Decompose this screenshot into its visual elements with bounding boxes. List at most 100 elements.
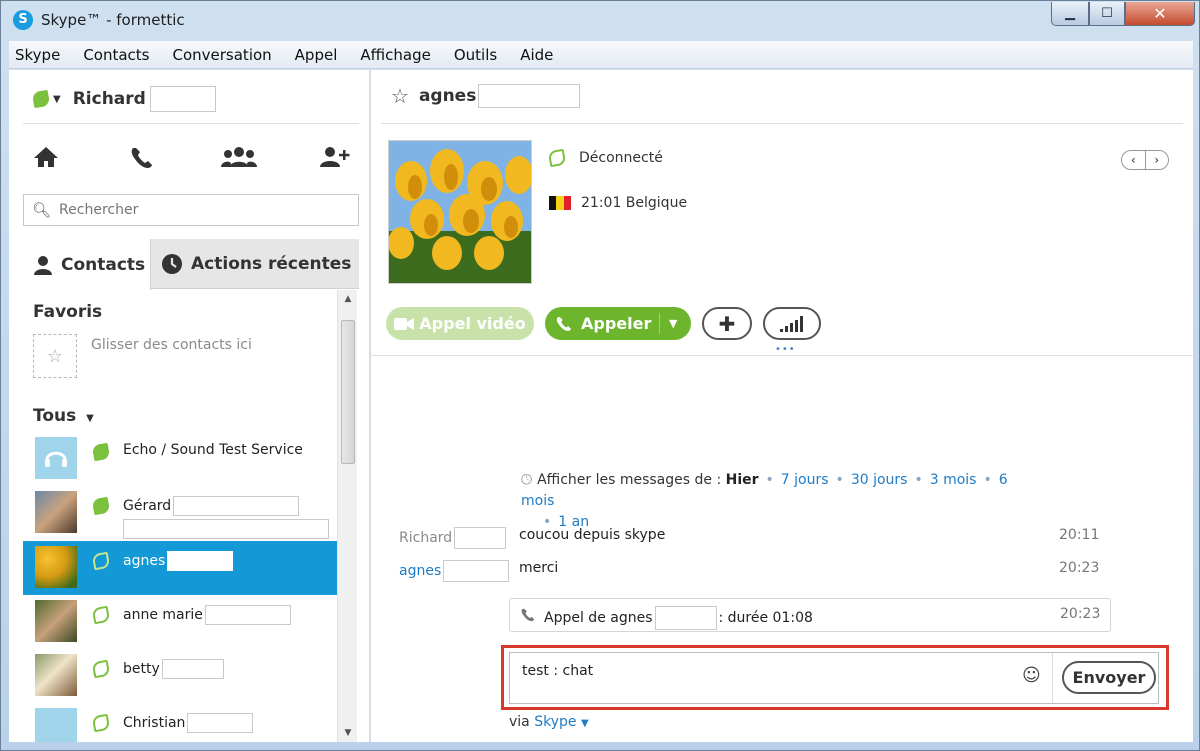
redacted-field bbox=[478, 84, 581, 108]
maximize-button[interactable]: ☐ bbox=[1089, 2, 1125, 26]
video-camera-icon bbox=[394, 317, 415, 330]
history-link-30-days[interactable]: 30 jours bbox=[851, 472, 908, 488]
contact-row[interactable]: anne marie bbox=[23, 595, 337, 649]
message-time: 20:11 bbox=[1059, 527, 1100, 543]
headset-icon bbox=[45, 451, 67, 467]
message-input[interactable] bbox=[522, 663, 1002, 679]
tab-contacts[interactable]: Contacts bbox=[23, 239, 151, 290]
tab-recent[interactable]: Actions récentes bbox=[151, 239, 359, 289]
all-contacts-filter[interactable]: Tous ▼ bbox=[33, 406, 94, 426]
contact-list: Favoris ☆ Glisser des contacts ici Tous … bbox=[23, 290, 337, 742]
contact-list-scrollbar[interactable]: ▲ ▼ bbox=[337, 290, 357, 742]
send-button[interactable]: Envoyer bbox=[1062, 661, 1156, 694]
conversation-title: agnes bbox=[418, 86, 477, 106]
chevron-down-icon[interactable]: ▼ bbox=[669, 317, 677, 330]
scroll-down-icon[interactable]: ▼ bbox=[338, 724, 358, 742]
status-online-icon[interactable] bbox=[31, 89, 51, 109]
chat-message: Richard coucou depuis skype 20:11 bbox=[371, 526, 1193, 550]
redacted-field bbox=[204, 605, 291, 625]
left-pane: ▼ Richard 🔍︎ Contacts Actions récentes bbox=[9, 70, 369, 742]
avatar bbox=[35, 491, 77, 533]
call-time: 20:23 bbox=[1060, 606, 1101, 622]
contact-name: Gérard bbox=[123, 496, 300, 516]
more-dots-icon[interactable]: ••• bbox=[775, 344, 796, 355]
search-box[interactable]: 🔍︎ bbox=[23, 194, 359, 226]
favorites-drop-zone[interactable]: ☆ bbox=[33, 334, 77, 378]
call-quality-button[interactable] bbox=[763, 307, 821, 340]
search-input[interactable] bbox=[59, 202, 340, 218]
menu-outils[interactable]: Outils bbox=[452, 46, 499, 64]
menu-affichage[interactable]: Affichage bbox=[358, 46, 432, 64]
add-button[interactable]: ✚ bbox=[702, 307, 752, 340]
redacted-mood-field bbox=[123, 519, 329, 539]
home-icon[interactable] bbox=[33, 146, 59, 168]
profile-header[interactable]: ▼ Richard bbox=[31, 86, 216, 112]
tab-contacts-label: Contacts bbox=[61, 254, 146, 275]
contact-photo bbox=[388, 140, 532, 284]
chevron-right-icon[interactable]: › bbox=[1146, 151, 1169, 169]
group-icon[interactable] bbox=[221, 146, 257, 168]
menu-bar: Skype Contacts Conversation Appel Affich… bbox=[9, 41, 1193, 69]
star-icon[interactable]: ☆ bbox=[391, 84, 409, 108]
divider bbox=[381, 123, 1183, 124]
sender-name[interactable]: agnes bbox=[399, 563, 441, 579]
redacted-field bbox=[161, 659, 224, 679]
contact-name: Christian bbox=[123, 713, 254, 733]
conversation-header: ☆ agnes bbox=[391, 84, 581, 108]
redacted-field bbox=[654, 606, 717, 630]
add-contact-icon[interactable] bbox=[319, 146, 351, 168]
history-link-7-days[interactable]: 7 jours bbox=[781, 472, 829, 488]
history-filter: 🕓︎ Afficher les messages de : Hier • 7 jour… bbox=[521, 472, 1008, 530]
call-button[interactable]: Appeler ▼ bbox=[545, 307, 691, 340]
plus-icon: ✚ bbox=[718, 311, 736, 336]
via-skype-link[interactable]: Skype bbox=[534, 714, 576, 730]
message-time: 20:23 bbox=[1059, 560, 1100, 576]
favorites-hint: Glisser des contacts ici bbox=[91, 337, 252, 353]
call-duration: : durée 01:08 bbox=[718, 610, 813, 626]
contact-name: betty bbox=[123, 659, 224, 679]
favorites-title: Favoris bbox=[33, 302, 103, 322]
chevron-down-icon[interactable]: ▼ bbox=[86, 413, 94, 424]
status-offline-icon bbox=[547, 148, 567, 168]
window-title: Skype™ - formettic bbox=[41, 11, 185, 29]
menu-skype[interactable]: Skype bbox=[13, 46, 62, 64]
title-bar: S Skype™ - formettic ▁ ☐ ✕ bbox=[1, 1, 1199, 39]
menu-conversation[interactable]: Conversation bbox=[171, 46, 274, 64]
chevron-down-icon[interactable]: ▼ bbox=[581, 718, 589, 729]
menu-aide[interactable]: Aide bbox=[518, 46, 555, 64]
history-prefix: Afficher les messages de : bbox=[537, 472, 722, 488]
belgium-flag-icon bbox=[549, 196, 571, 210]
history-link-3-months[interactable]: 3 mois bbox=[930, 472, 977, 488]
emoticon-icon[interactable]: ☺ bbox=[1022, 665, 1041, 686]
phone-icon[interactable] bbox=[129, 146, 155, 170]
minimize-button[interactable]: ▁ bbox=[1051, 2, 1089, 26]
contact-name-text: agnes bbox=[123, 553, 166, 569]
scrollbar-thumb[interactable] bbox=[341, 320, 355, 464]
redacted-field bbox=[443, 560, 510, 582]
video-call-button[interactable]: Appel vidéo bbox=[386, 307, 534, 340]
contact-row[interactable]: betty bbox=[23, 649, 337, 703]
chevron-down-icon[interactable]: ▼ bbox=[53, 94, 61, 105]
phone-icon bbox=[520, 607, 536, 627]
status-offline-icon bbox=[91, 551, 111, 571]
contact-row[interactable]: Gérard bbox=[23, 486, 337, 540]
person-icon bbox=[34, 255, 52, 275]
tulips-image bbox=[389, 141, 531, 283]
contact-row[interactable]: Echo / Sound Test Service bbox=[23, 432, 337, 486]
divider bbox=[23, 123, 359, 124]
menu-appel[interactable]: Appel bbox=[293, 46, 340, 64]
contact-row[interactable]: Christian bbox=[23, 703, 337, 742]
close-button[interactable]: ✕ bbox=[1125, 2, 1195, 26]
via-prefix: via bbox=[509, 714, 530, 730]
call-label: Appeler bbox=[581, 314, 652, 333]
all-contacts-title: Tous bbox=[33, 406, 77, 426]
chevron-left-icon[interactable]: ‹ bbox=[1122, 151, 1146, 169]
avatar bbox=[35, 437, 77, 479]
scroll-up-icon[interactable]: ▲ bbox=[338, 290, 358, 308]
menu-contacts[interactable]: Contacts bbox=[81, 46, 151, 64]
call-summary-text: Appel de agnes: durée 01:08 bbox=[544, 606, 813, 630]
contact-name: Echo / Sound Test Service bbox=[123, 442, 303, 458]
contact-name-text: Christian bbox=[123, 715, 186, 731]
contact-tabs: Contacts Actions récentes bbox=[23, 239, 359, 290]
contact-row-selected[interactable]: agnes bbox=[23, 541, 337, 595]
